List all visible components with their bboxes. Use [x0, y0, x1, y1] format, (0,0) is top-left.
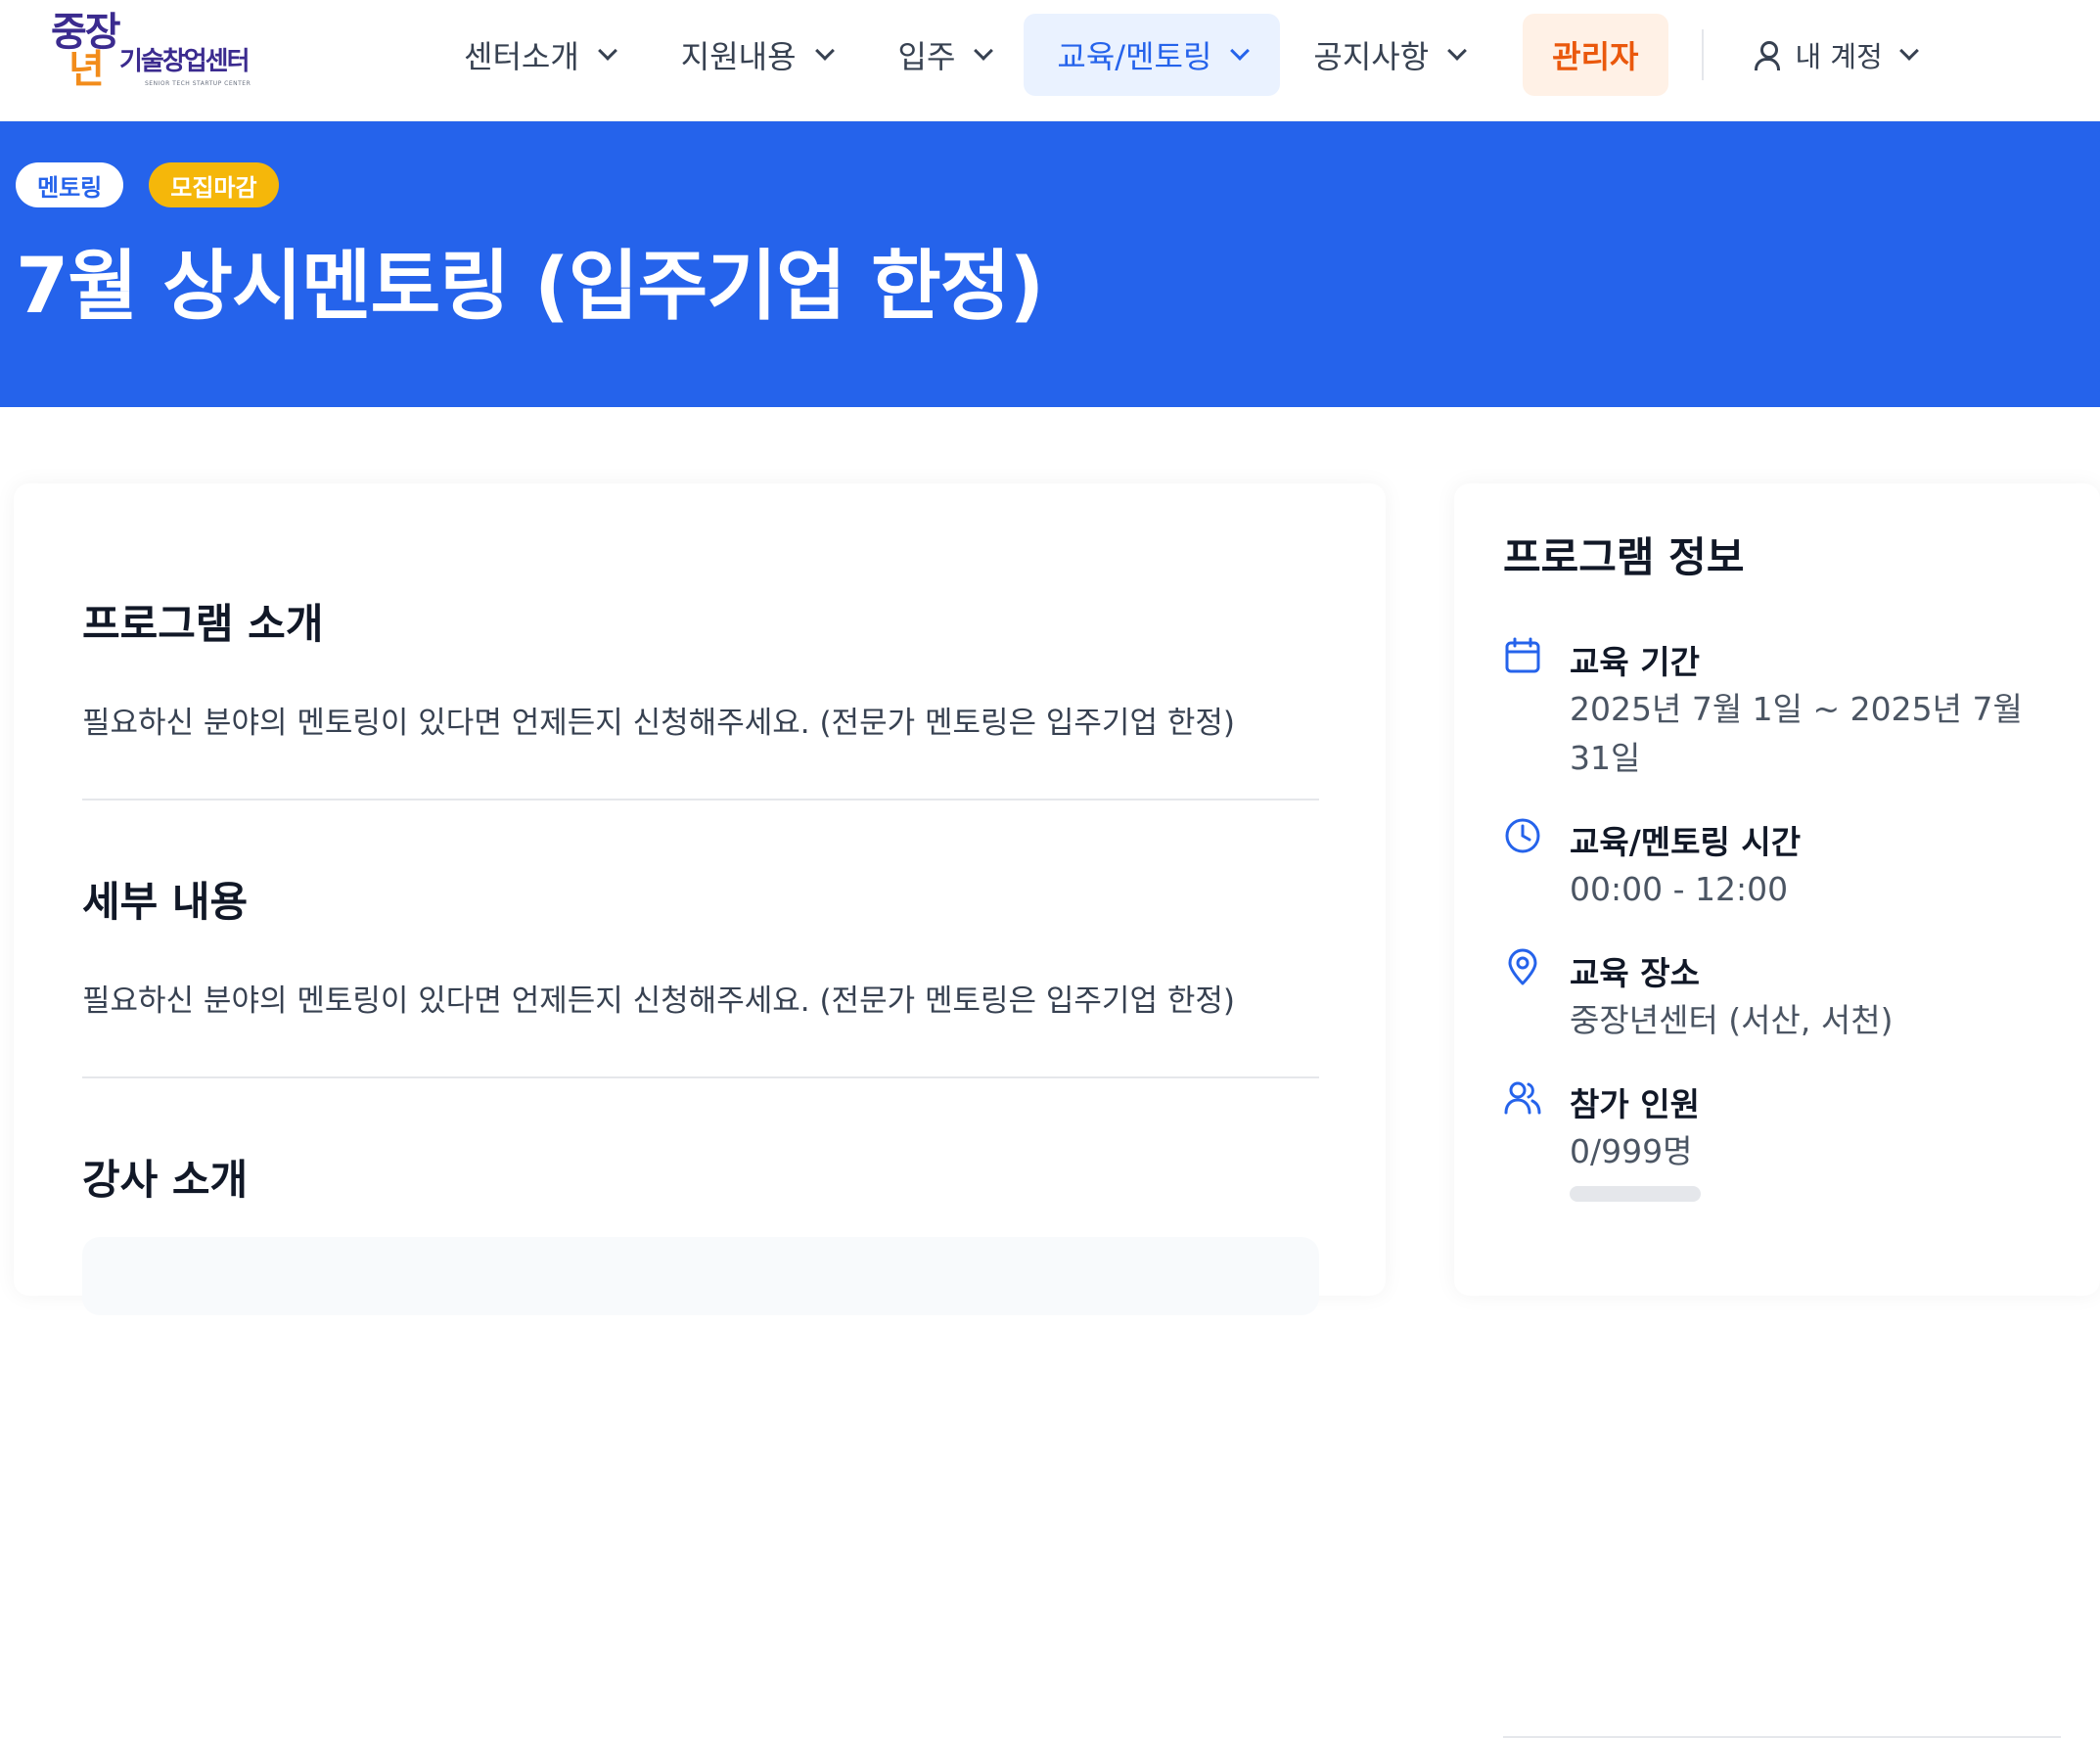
- section-program-intro: 프로그램 소개 필요하신 분야의 멘토링이 있다면 언제든지 신청해주세요. (…: [82, 591, 1319, 742]
- clock-icon: [1505, 818, 1540, 853]
- nav-item-label: 공지사항: [1313, 38, 1430, 75]
- hero-badges: 멘토링 모집마감: [16, 162, 279, 207]
- nav-item-education-mentoring[interactable]: 교육/멘토링: [1024, 14, 1281, 96]
- nav-item-label: 입주: [897, 38, 956, 75]
- info-time: 교육/멘토링 시간 00:00 - 12:00: [1503, 816, 2061, 914]
- status-badge: 모집마감: [149, 162, 279, 207]
- info-value: 0/999명: [1570, 1132, 1693, 1170]
- info-value: 00:00 - 12:00: [1570, 870, 1789, 908]
- chevron-down-icon: [814, 41, 835, 61]
- info-period: 교육 기간 2025년 7월 1일 ~ 2025년 7월 31일: [1503, 636, 2061, 783]
- instructor-card: [82, 1237, 1319, 1315]
- chevron-down-icon: [974, 41, 994, 61]
- section-details: 세부 내용 필요하신 분야의 멘토링이 있다면 언제든지 신청해주세요. (전문…: [82, 869, 1319, 1020]
- section-heading: 프로그램 소개: [82, 600, 324, 648]
- logo-mark: 중장 년: [51, 13, 121, 91]
- program-info-heading: 프로그램 정보: [1503, 533, 1745, 581]
- participants-progress-bar: [1570, 1186, 1701, 1202]
- info-value: 2025년 7월 1일 ~ 2025년 7월 31일: [1570, 690, 2023, 777]
- nav-item-center-intro[interactable]: 센터소개: [431, 14, 648, 96]
- section-divider: [82, 1076, 1319, 1078]
- users-icon: [1504, 1081, 1541, 1115]
- nav-item-label: 지원내용: [680, 38, 797, 75]
- site-logo[interactable]: 중장 년 기술창업센터 SENIOR TECH STARTUP CENTER: [51, 13, 256, 96]
- chevron-down-icon: [1447, 41, 1468, 61]
- chevron-down-icon: [597, 41, 617, 61]
- section-divider: [82, 799, 1319, 800]
- info-participants: 참가 인원 0/999명: [1503, 1078, 2061, 1176]
- logo-wordmark: 기술창업센터: [119, 47, 251, 76]
- section-heading: 세부 내용: [82, 878, 249, 926]
- nav-item-label: 교육/멘토링: [1057, 38, 1212, 75]
- main-nav: 센터소개 지원내용 입주 교육/멘토링 공지사항 관리자 내 계정: [431, 14, 1941, 96]
- chevron-down-icon: [1230, 41, 1251, 61]
- chevron-down-icon: [1898, 41, 1919, 61]
- nav-divider: [1701, 29, 1704, 80]
- location-pin-icon: [1508, 948, 1537, 985]
- user-icon: [1753, 39, 1782, 70]
- account-label: 내 계정: [1795, 40, 1883, 73]
- nav-item-residency[interactable]: 입주: [865, 14, 1025, 96]
- info-label: 교육 기간: [1570, 643, 1700, 681]
- section-instructor: 강사 소개: [82, 1147, 1319, 1207]
- section-heading: 강사 소개: [82, 1156, 249, 1204]
- nav-item-label: 센터소개: [464, 38, 579, 75]
- info-value: 중장년센터 (서산, 서천): [1570, 1001, 1894, 1039]
- category-badge: 멘토링: [16, 162, 124, 207]
- info-label: 교육 장소: [1570, 954, 1700, 992]
- nav-item-support[interactable]: 지원내용: [648, 14, 865, 96]
- logo-mark-bottom: 년: [68, 48, 105, 91]
- program-content-card: 프로그램 소개 필요하신 분야의 멘토링이 있다면 언제든지 신청해주세요. (…: [14, 483, 1386, 1315]
- section-body: 필요하신 분야의 멘토링이 있다면 언제든지 신청해주세요. (전문가 멘토링은…: [82, 706, 1235, 741]
- nav-item-notices[interactable]: 공지사항: [1280, 14, 1497, 96]
- info-place: 교육 장소 중장년센터 (서산, 서천): [1503, 947, 2061, 1045]
- top-header: 중장 년 기술창업센터 SENIOR TECH STARTUP CENTER 센…: [0, 0, 2100, 121]
- admin-button[interactable]: 관리자: [1523, 14, 1668, 96]
- hero-banner: 멘토링 모집마감 7월 상시멘토링 (입주기업 한정): [0, 121, 2100, 407]
- info-label: 참가 인원: [1570, 1085, 1700, 1123]
- calendar-icon: [1505, 637, 1540, 673]
- account-menu[interactable]: 내 계정: [1727, 14, 1941, 96]
- info-label: 교육/멘토링 시간: [1570, 823, 1802, 861]
- section-body: 필요하신 분야의 멘토링이 있다면 언제든지 신청해주세요. (전문가 멘토링은…: [82, 983, 1235, 1019]
- page-title: 7월 상시멘토링 (입주기업 한정): [16, 243, 1044, 331]
- logo-tagline: SENIOR TECH STARTUP CENTER: [145, 80, 251, 87]
- program-info-card: 프로그램 정보 교육 기간 2025년 7월 1일 ~ 2025년 7월 31일…: [1454, 483, 2100, 1738]
